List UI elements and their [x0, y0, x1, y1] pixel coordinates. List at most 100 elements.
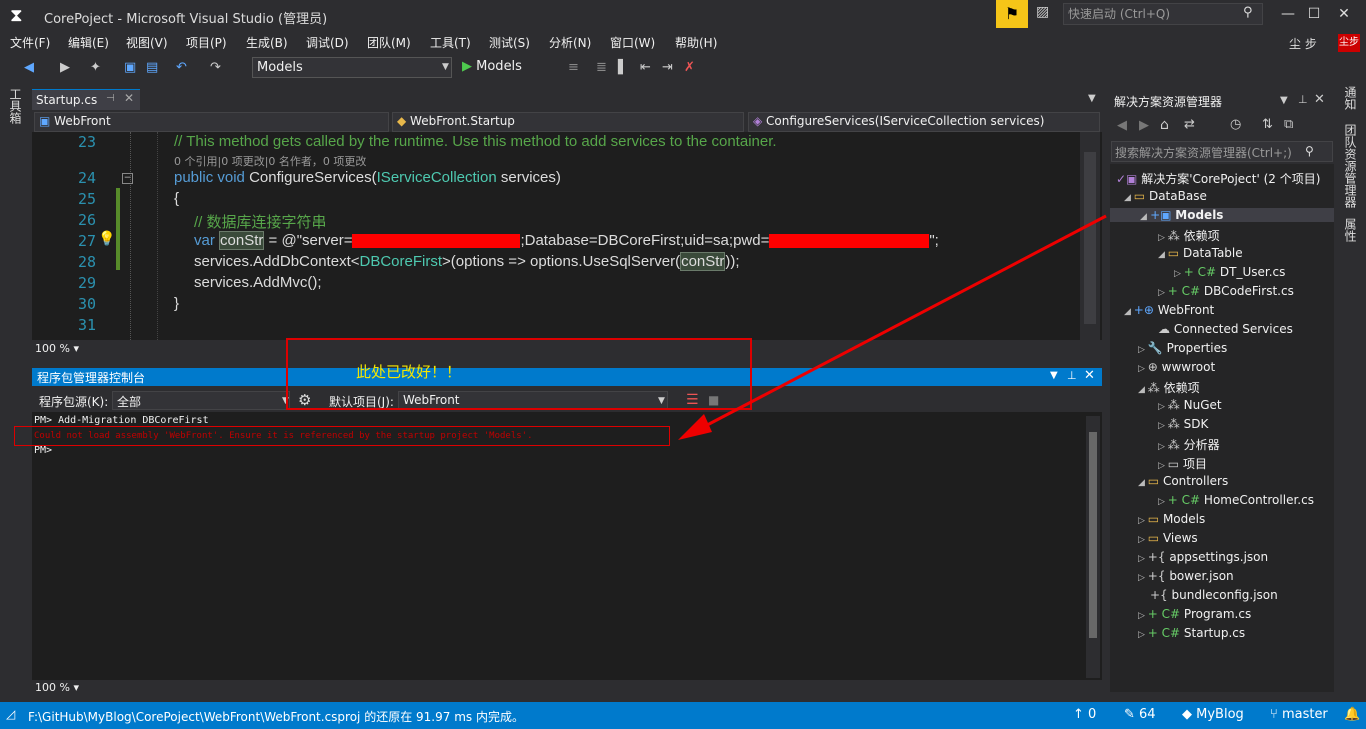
collapse-icon[interactable]: −: [122, 173, 133, 184]
tree-item-appsettings[interactable]: ▷ +{ appsettings.json: [1138, 550, 1268, 564]
tree-item-dependencies[interactable]: ▷ ⁂ 依赖项: [1158, 227, 1220, 244]
run-button[interactable]: ▶ Models: [462, 59, 522, 74]
se-close-icon[interactable]: ✕: [1314, 92, 1325, 107]
tree-item-dependencies[interactable]: ◢ ⁂ 依赖项: [1138, 379, 1200, 396]
menu-file[interactable]: 文件(F): [10, 34, 50, 51]
menu-debug[interactable]: 调试(D): [306, 34, 349, 51]
forward-icon[interactable]: ▶: [60, 60, 70, 75]
chevron-down-icon[interactable]: ▼: [442, 62, 449, 72]
next-bookmark-icon[interactable]: ⇥: [662, 60, 673, 75]
publish-status[interactable]: ↑ 0: [1073, 707, 1096, 722]
feedback-icon[interactable]: ▨: [1036, 4, 1056, 24]
back-icon[interactable]: ◀: [24, 60, 34, 75]
sync-icon[interactable]: ⇅: [1262, 117, 1273, 132]
properties-tab[interactable]: 属性: [1342, 218, 1359, 242]
menu-edit[interactable]: 编辑(E): [68, 34, 109, 51]
keyword: void: [217, 169, 245, 186]
menu-view[interactable]: 视图(V): [126, 34, 168, 51]
close-button[interactable]: ✕: [1332, 4, 1356, 24]
tree-item-views[interactable]: ▷ ▭ Views: [1138, 531, 1198, 545]
notification-bell-icon[interactable]: 🔔: [1344, 707, 1360, 722]
minimize-button[interactable]: —: [1276, 4, 1300, 24]
quick-launch-input[interactable]: 快速启动 (Ctrl+Q): [1063, 3, 1263, 25]
package-source-select[interactable]: 全部: [112, 391, 290, 410]
tree-item-connected-services[interactable]: ☁ Connected Services: [1158, 322, 1293, 336]
search-icon[interactable]: ⚲: [1305, 144, 1314, 158]
tab-dropdown-icon[interactable]: ▼: [1088, 93, 1096, 104]
redo-icon[interactable]: ↷: [210, 60, 221, 75]
tree-item-analyzers[interactable]: ▷ ⁂ 分析器: [1158, 436, 1220, 453]
pending-edits[interactable]: ✎ 64: [1124, 707, 1156, 722]
tree-item-controllers[interactable]: ◢ ▭ Controllers: [1138, 474, 1228, 488]
menu-project[interactable]: 项目(P): [186, 34, 227, 51]
nav-member-select[interactable]: ◈ ConfigureServices(IServiceCollection s…: [748, 112, 1100, 132]
tree-item-database[interactable]: ◢ ▭ DataBase: [1124, 189, 1207, 203]
se-pin-icon[interactable]: ⊥: [1298, 93, 1308, 106]
user-name[interactable]: 尘 步: [1289, 35, 1317, 52]
se-menu-icon[interactable]: ▼: [1280, 95, 1288, 106]
notifications-tab[interactable]: 通知: [1342, 86, 1359, 110]
keyword: public: [174, 169, 214, 186]
team-explorer-tab[interactable]: 团队资源管理器: [1342, 124, 1359, 208]
maximize-button[interactable]: ☐: [1302, 4, 1326, 24]
comment-icon[interactable]: ≡: [568, 60, 579, 75]
new-project-icon[interactable]: ✦: [90, 60, 101, 75]
notification-flag-icon[interactable]: ⚑: [996, 0, 1028, 28]
save-all-icon[interactable]: ▤: [146, 60, 158, 75]
nav-class-select[interactable]: ◆ WebFront.Startup: [392, 112, 744, 132]
tree-item-startup[interactable]: ▷ + C# Startup.cs: [1138, 626, 1245, 640]
bookmark-icon[interactable]: ▌: [618, 60, 628, 75]
tree-item-program[interactable]: ▷ + C# Program.cs: [1138, 607, 1251, 621]
pmc-scroll-thumb[interactable]: [1089, 432, 1097, 638]
tree-item-dt-user[interactable]: ▷ + C# DT_User.cs: [1174, 265, 1285, 279]
collapse-all-icon[interactable]: ⧉: [1284, 117, 1293, 132]
branch[interactable]: ⑂ master: [1270, 707, 1328, 722]
tree-item-dbcodefirst[interactable]: ▷ + C# DBCodeFirst.cs: [1158, 284, 1294, 298]
forward-icon[interactable]: ▶: [1139, 118, 1149, 133]
pin-icon[interactable]: ⊣: [106, 93, 115, 104]
repository[interactable]: ◆ MyBlog: [1182, 707, 1244, 722]
menu-test[interactable]: 测试(S): [489, 34, 530, 51]
home-icon[interactable]: ⌂: [1160, 117, 1169, 133]
back-icon[interactable]: ◀: [1117, 118, 1127, 133]
undo-icon[interactable]: ↶: [176, 60, 187, 75]
solution-explorer-search[interactable]: 搜索解决方案资源管理器(Ctrl+;): [1111, 141, 1333, 162]
keyword: var: [194, 232, 215, 249]
uncomment-icon[interactable]: ≣: [596, 60, 607, 75]
tree-item-webfront[interactable]: ◢ +⊕ WebFront: [1124, 303, 1214, 317]
editor-zoom-select[interactable]: 100 % ▾: [35, 342, 79, 355]
tree-item-properties[interactable]: ▷ 🔧 Properties: [1138, 341, 1227, 355]
tree-item-bower[interactable]: ▷ +{ bower.json: [1138, 569, 1234, 583]
tree-item-datatable[interactable]: ◢ ▭ DataTable: [1158, 246, 1243, 260]
tree-item-sdk[interactable]: ▷ ⁂ SDK: [1158, 417, 1208, 431]
close-tab-icon[interactable]: ✕: [124, 91, 134, 105]
lightbulb-icon[interactable]: 💡: [98, 231, 115, 247]
pmc-zoom-select[interactable]: 100 % ▾: [35, 681, 79, 694]
menu-team[interactable]: 团队(M): [367, 34, 411, 51]
menu-tools[interactable]: 工具(T): [430, 34, 471, 51]
menu-build[interactable]: 生成(B): [246, 34, 288, 51]
pmc-output[interactable]: [32, 412, 1102, 680]
tree-item-nuget[interactable]: ▷ ⁂ NuGet: [1158, 398, 1222, 412]
menu-window[interactable]: 窗口(W): [610, 34, 655, 51]
tree-item-models-project[interactable]: ◢ +▣ Models: [1110, 208, 1334, 222]
tree-item-wwwroot[interactable]: ▷ ⊕ wwwroot: [1138, 360, 1215, 374]
save-icon[interactable]: ▣: [124, 60, 136, 75]
tree-item-homecontroller[interactable]: ▷ + C# HomeController.cs: [1158, 493, 1314, 507]
tree-item-solution[interactable]: ✓▣ 解决方案'CorePoject' (2 个项目): [1116, 170, 1320, 187]
pending-changes-icon[interactable]: ◷: [1230, 117, 1241, 132]
user-avatar[interactable]: 尘步: [1338, 34, 1360, 52]
switch-views-icon[interactable]: ⇄: [1184, 117, 1195, 132]
menu-help[interactable]: 帮助(H): [675, 34, 717, 51]
codelens-info[interactable]: 0 个引用|0 项更改|0 名作者，0 项更改: [174, 153, 366, 169]
menu-analyze[interactable]: 分析(N): [549, 34, 591, 51]
search-icon[interactable]: ⚲: [1243, 5, 1253, 20]
tree-item-bundleconfig[interactable]: +{ bundleconfig.json: [1150, 588, 1278, 602]
startup-project-select[interactable]: Models: [252, 57, 452, 78]
nav-project-select[interactable]: ▣ WebFront: [34, 112, 389, 132]
tree-item-project-refs[interactable]: ▷ ▭ 项目: [1158, 455, 1207, 472]
prev-bookmark-icon[interactable]: ⇤: [640, 60, 651, 75]
clear-bookmarks-icon[interactable]: ✗: [684, 60, 695, 75]
tree-item-models-folder[interactable]: ▷ ▭ Models: [1138, 512, 1205, 526]
toolbox-tab[interactable]: 工具箱: [8, 88, 24, 124]
